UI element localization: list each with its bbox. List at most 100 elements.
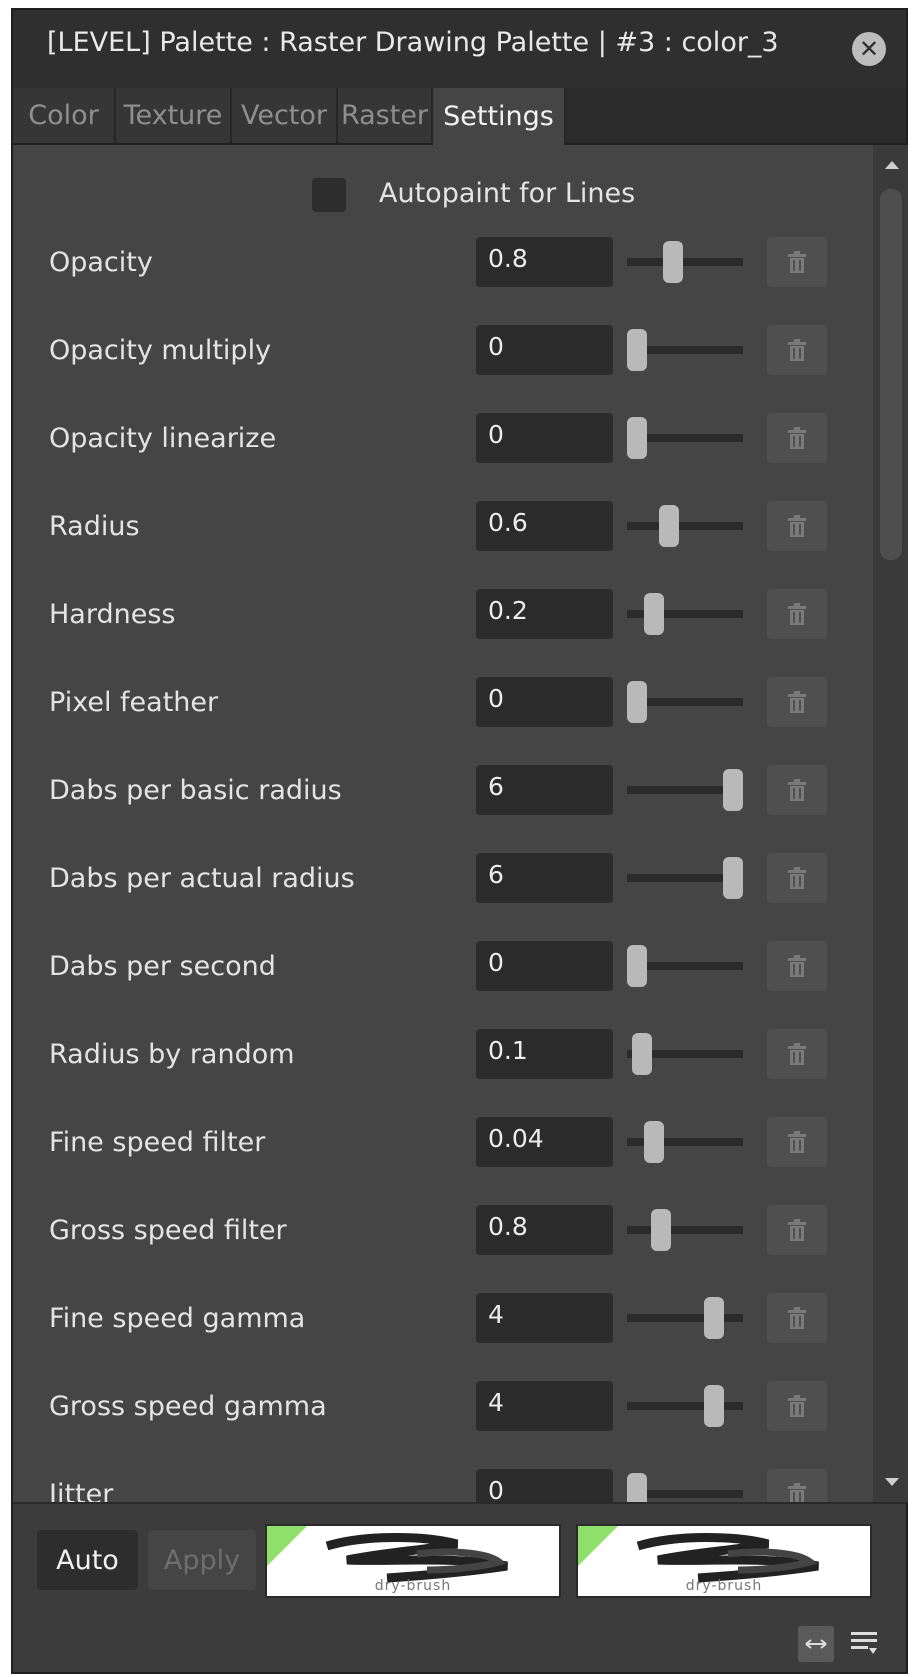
- slider-thumb[interactable]: [627, 945, 647, 987]
- param-value-field[interactable]: 0: [476, 941, 613, 991]
- param-value-field[interactable]: 0.1: [476, 1029, 613, 1079]
- scrollbar[interactable]: [873, 145, 908, 1502]
- param-row: Gross speed gamma 4: [13, 1381, 873, 1433]
- param-slider[interactable]: [627, 413, 743, 463]
- param-slider[interactable]: [627, 1293, 743, 1343]
- slider-thumb[interactable]: [663, 241, 683, 283]
- param-value-field[interactable]: 0.8: [476, 237, 613, 287]
- delete-button[interactable]: [767, 1029, 827, 1079]
- autopaint-checkbox[interactable]: [312, 178, 346, 212]
- fit-width-icon[interactable]: [798, 1626, 834, 1662]
- brush-swatch-default[interactable]: dry-brush: [576, 1524, 872, 1598]
- param-label: Dabs per actual radius: [49, 863, 355, 894]
- param-slider[interactable]: [627, 1117, 743, 1167]
- trash-icon: [788, 1043, 806, 1065]
- scroll-down-icon[interactable]: [885, 1478, 899, 1486]
- param-slider[interactable]: [627, 1205, 743, 1255]
- param-slider[interactable]: [627, 589, 743, 639]
- param-row: Dabs per basic radius 6: [13, 765, 873, 817]
- param-value-field[interactable]: 0: [476, 325, 613, 375]
- delete-button[interactable]: [767, 1205, 827, 1255]
- param-slider[interactable]: [627, 1029, 743, 1079]
- scroll-up-icon[interactable]: [885, 161, 899, 169]
- delete-button[interactable]: [767, 765, 827, 815]
- param-slider[interactable]: [627, 501, 743, 551]
- param-value-field[interactable]: 0.2: [476, 589, 613, 639]
- slider-thumb[interactable]: [723, 769, 743, 811]
- delete-button[interactable]: [767, 1469, 827, 1502]
- delete-button[interactable]: [767, 413, 827, 463]
- trash-icon: [788, 955, 806, 977]
- slider-thumb[interactable]: [723, 857, 743, 899]
- param-label: Radius by random: [49, 1039, 295, 1070]
- slider-thumb[interactable]: [704, 1297, 724, 1339]
- param-slider[interactable]: [627, 677, 743, 727]
- param-value-field[interactable]: 4: [476, 1293, 613, 1343]
- slider-thumb[interactable]: [627, 417, 647, 459]
- param-label: Dabs per second: [49, 951, 276, 982]
- close-icon[interactable]: ✕: [852, 32, 886, 66]
- title-bar[interactable]: [LEVEL] Palette : Raster Drawing Palette…: [13, 10, 906, 88]
- delete-button[interactable]: [767, 677, 827, 727]
- param-slider[interactable]: [627, 1469, 743, 1502]
- param-value-field[interactable]: 6: [476, 853, 613, 903]
- trash-icon: [788, 691, 806, 713]
- delete-button[interactable]: [767, 1117, 827, 1167]
- param-row: Opacity 0.8: [13, 237, 873, 289]
- param-slider[interactable]: [627, 765, 743, 815]
- tab-settings[interactable]: Settings: [433, 88, 566, 145]
- delete-button[interactable]: [767, 941, 827, 991]
- param-slider[interactable]: [627, 1381, 743, 1431]
- slider-track[interactable]: [627, 1314, 743, 1322]
- delete-button[interactable]: [767, 501, 827, 551]
- param-value-field[interactable]: 0.6: [476, 501, 613, 551]
- slider-thumb[interactable]: [704, 1385, 724, 1427]
- brush-swatch-current[interactable]: dry-brush: [265, 1524, 561, 1598]
- delete-button[interactable]: [767, 237, 827, 287]
- delete-button[interactable]: [767, 325, 827, 375]
- slider-track[interactable]: [627, 1402, 743, 1410]
- trash-icon: [788, 1395, 806, 1417]
- slider-thumb[interactable]: [627, 1473, 647, 1502]
- param-value-field[interactable]: 0.8: [476, 1205, 613, 1255]
- param-slider[interactable]: [627, 941, 743, 991]
- slider-thumb[interactable]: [627, 681, 647, 723]
- auto-button[interactable]: Auto: [37, 1530, 138, 1590]
- slider-track[interactable]: [627, 258, 743, 266]
- scroll-thumb[interactable]: [880, 189, 902, 560]
- slider-thumb[interactable]: [644, 1121, 664, 1163]
- param-row: Dabs per second 0: [13, 941, 873, 993]
- slider-track[interactable]: [627, 1226, 743, 1234]
- param-slider[interactable]: [627, 237, 743, 287]
- slider-thumb[interactable]: [632, 1033, 652, 1075]
- delete-button[interactable]: [767, 589, 827, 639]
- delete-button[interactable]: [767, 1381, 827, 1431]
- delete-button[interactable]: [767, 1293, 827, 1343]
- slider-thumb[interactable]: [627, 329, 647, 371]
- param-slider[interactable]: [627, 325, 743, 375]
- apply-button[interactable]: Apply: [148, 1530, 256, 1590]
- param-row: Dabs per actual radius 6: [13, 853, 873, 905]
- slider-thumb[interactable]: [644, 593, 664, 635]
- param-value-field[interactable]: 0: [476, 677, 613, 727]
- tab-raster[interactable]: Raster: [338, 88, 433, 143]
- slider-thumb[interactable]: [651, 1209, 671, 1251]
- slider-track[interactable]: [627, 522, 743, 530]
- tab-vector[interactable]: Vector: [232, 88, 338, 143]
- menu-icon[interactable]: [846, 1626, 882, 1662]
- param-value-field[interactable]: 6: [476, 765, 613, 815]
- param-row: Fine speed gamma 4: [13, 1293, 873, 1345]
- param-slider[interactable]: [627, 853, 743, 903]
- param-value-field[interactable]: 4: [476, 1381, 613, 1431]
- slider-thumb[interactable]: [659, 505, 679, 547]
- param-value-field[interactable]: 0.04: [476, 1117, 613, 1167]
- trash-icon: [788, 515, 806, 537]
- param-label: Gross speed filter: [49, 1215, 287, 1246]
- param-value-field[interactable]: 0: [476, 413, 613, 463]
- tab-color[interactable]: Color: [13, 88, 116, 143]
- param-value-field[interactable]: 0: [476, 1469, 613, 1502]
- tab-bar: Color Texture Vector Raster Settings: [13, 88, 906, 145]
- delete-button[interactable]: [767, 853, 827, 903]
- tab-texture[interactable]: Texture: [116, 88, 232, 143]
- trash-icon: [788, 1131, 806, 1153]
